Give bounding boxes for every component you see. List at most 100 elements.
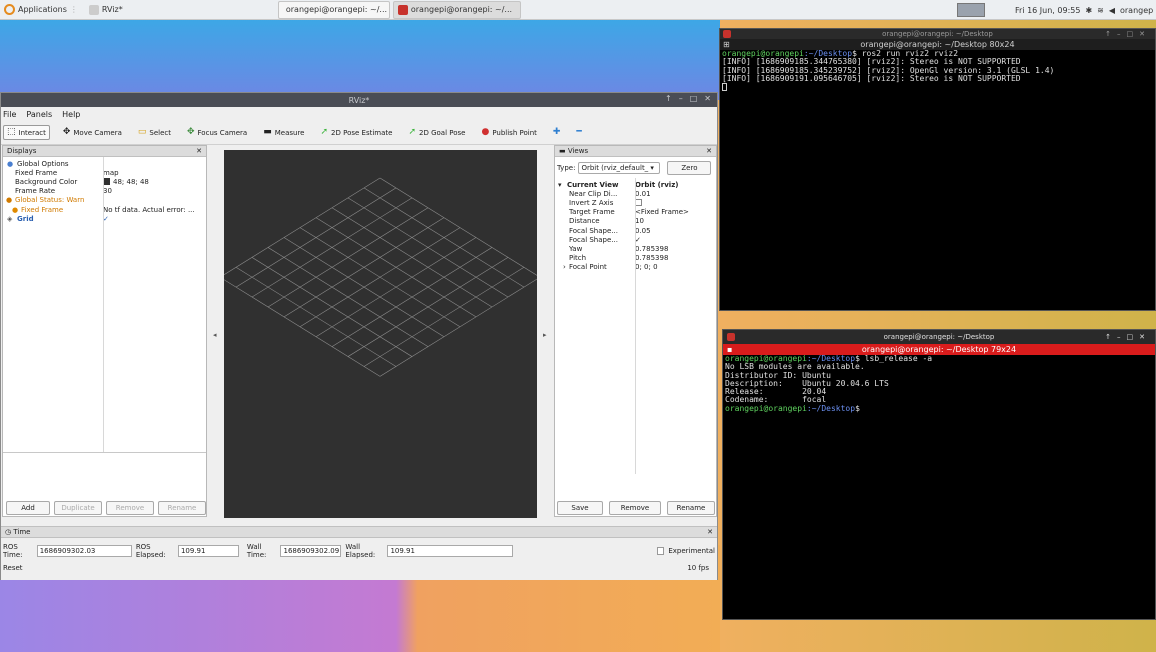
close-icon[interactable]: ✕ <box>704 94 711 103</box>
user-menu[interactable]: orangep <box>1120 6 1153 15</box>
grid-line <box>219 177 381 278</box>
duplicate-display-button[interactable]: Duplicate <box>54 501 102 515</box>
invert-z-checkbox[interactable] <box>635 199 642 207</box>
save-view-button[interactable]: Save <box>557 501 603 515</box>
row-name: Grid <box>17 214 34 223</box>
top-panel: Applications ⋮ RViz* orangepi@orangepi: … <box>0 0 1156 20</box>
experimental-label: Experimental <box>668 547 715 555</box>
tree-row[interactable]: Frame Rate 30 <box>3 187 206 196</box>
terminal-window-1[interactable]: orangepi@orangepi: ~/Desktop ↑–□✕ ⊞ oran… <box>719 28 1156 311</box>
terminal-2-tab-label: orangepi@orangepi: ~/Desktop 79x24 <box>861 345 1017 354</box>
clock[interactable]: Fri 16 Jun, 09:55 <box>1015 6 1080 15</box>
tree-row[interactable]: ● Fixed Frame No tf data. Actual error: ..… <box>3 205 206 214</box>
row-value: 0; 0; 0 <box>635 263 658 272</box>
terminal-window-2[interactable]: orangepi@orangepi: ~/Desktop ↑–□✕ ▪ oran… <box>722 329 1156 620</box>
applications-menu[interactable]: Applications ⋮ <box>0 1 82 19</box>
keep-above-icon[interactable]: ↑ <box>665 94 672 103</box>
applications-icon <box>4 4 15 15</box>
ros-time-field[interactable]: 1686909302.03 <box>36 545 132 557</box>
tool-2d-goal-pose[interactable]: ➚ 2D Goal Pose <box>405 126 468 139</box>
collapse-right-icon[interactable]: ▸ <box>543 331 547 339</box>
move-icon: ✥ <box>62 127 71 137</box>
tool-select[interactable]: ▭ Select <box>135 126 174 139</box>
task-rviz[interactable]: RViz* <box>85 1 193 19</box>
collapse-left-icon[interactable]: ◂ <box>213 331 217 339</box>
row-value: 0.785398 <box>635 254 669 263</box>
warning-icon: ● <box>6 196 13 205</box>
ros-elapsed-field[interactable]: 109.91 <box>177 545 239 557</box>
views-title: Views <box>567 147 589 155</box>
tool-publish-point-label: Publish Point <box>492 128 537 137</box>
ruler-icon: ▬ <box>263 127 272 137</box>
wall-time-field[interactable]: 1686909302.09 <box>280 545 342 557</box>
rename-view-button[interactable]: Rename <box>667 501 715 515</box>
tree-row[interactable]: Background Color 48; 48; 48 <box>3 177 206 186</box>
tool-publish-point[interactable]: ● Publish Point <box>478 126 539 139</box>
close-panel-icon[interactable]: ✕ <box>196 147 202 155</box>
tree-row-global-status[interactable]: ● Global Status: Warn <box>3 196 206 205</box>
terminal-icon <box>723 30 731 38</box>
terminal-1-titlebar[interactable]: orangepi@orangepi: ~/Desktop ↑–□✕ <box>720 29 1155 39</box>
wall-time-label: Wall Time: <box>246 543 267 559</box>
rename-display-button[interactable]: Rename <box>158 501 206 515</box>
type-label: Type: <box>557 164 576 172</box>
reset-button[interactable]: Reset <box>3 564 23 572</box>
window-controls[interactable]: ↑–□✕ <box>1105 30 1151 38</box>
maximize-icon[interactable]: □ <box>690 94 698 103</box>
view-type-select[interactable]: Orbit (rviz_default_ ▾ <box>578 162 661 174</box>
terminal-1-tab-label: orangepi@orangepi: ~/Desktop 80x24 <box>860 40 1015 49</box>
workspace-switcher[interactable] <box>957 2 985 18</box>
bluetooth-icon[interactable]: ✱ <box>1085 6 1092 15</box>
row-name: Focal Shape... <box>569 235 618 244</box>
wifi-icon[interactable]: ≋ <box>1097 6 1104 15</box>
menu-file[interactable]: File <box>3 110 16 119</box>
rviz-titlebar[interactable]: RViz* ↑ – □ ✕ <box>1 93 717 107</box>
experimental-checkbox[interactable] <box>657 547 665 555</box>
tool-move-camera[interactable]: ✥ Move Camera <box>60 126 125 139</box>
tree-row-global-options[interactable]: ● Global Options <box>3 159 206 168</box>
tool-2d-pose-estimate[interactable]: ➚ 2D Pose Estimate <box>317 126 395 139</box>
render-viewport[interactable] <box>219 150 541 518</box>
zero-button[interactable]: Zero <box>667 161 712 175</box>
terminal-1-tab[interactable]: ⊞ orangepi@orangepi: ~/Desktop 80x24 <box>720 39 1155 50</box>
tree-row-grid[interactable]: ◈ Grid ✓ <box>3 214 206 223</box>
terminal-2-titlebar[interactable]: orangepi@orangepi: ~/Desktop ↑–□✕ <box>723 330 1155 344</box>
volume-icon[interactable]: ◀ <box>1109 6 1115 15</box>
row-value: No tf data. Actual error: ... <box>103 205 195 214</box>
close-panel-icon[interactable]: ✕ <box>707 528 713 536</box>
cursor-icon: ⬚ <box>7 127 16 137</box>
menu-help[interactable]: Help <box>62 110 80 119</box>
menu-panels[interactable]: Panels <box>26 110 52 119</box>
rviz-task-icon <box>88 4 99 15</box>
add-display-button[interactable]: Add <box>6 501 50 515</box>
add-tool-button[interactable]: ✚ <box>550 126 564 139</box>
remove-view-button[interactable]: Remove <box>609 501 661 515</box>
tree-row[interactable]: Fixed Frame map <box>3 168 206 177</box>
remove-tool-button[interactable]: ━ <box>573 126 584 139</box>
row-value: 0.05 <box>635 226 651 235</box>
tool-interact[interactable]: ⬚ Interact <box>3 125 50 140</box>
new-tab-icon[interactable]: ⊞ <box>723 40 730 49</box>
fps-label: 10 fps <box>687 564 709 572</box>
minus-icon: ━ <box>576 127 582 137</box>
task-terminal-1[interactable]: orangepi@orangepi: ~/... <box>277 0 390 19</box>
task-terminal-2[interactable]: orangepi@orangepi: ~/... <box>392 0 521 19</box>
row-value: 0.785398 <box>635 244 669 253</box>
grid-line <box>219 276 381 377</box>
row-name: Focal Shape... <box>569 226 618 235</box>
minimize-icon[interactable]: – <box>679 94 683 103</box>
new-tab-icon[interactable]: ▪ <box>727 345 732 354</box>
tool-focus-camera[interactable]: ✥ Focus Camera <box>184 126 250 139</box>
window-controls[interactable]: ↑–□✕ <box>1105 333 1151 341</box>
remove-display-button[interactable]: Remove <box>106 501 154 515</box>
tool-measure[interactable]: ▬ Measure <box>260 126 307 139</box>
map-pin-icon: ● <box>481 127 490 137</box>
terminal-2-tab[interactable]: ▪ orangepi@orangepi: ~/Desktop 79x24 <box>723 344 1155 355</box>
row-name: Fixed Frame <box>15 168 58 177</box>
row-name: Invert Z Axis <box>569 198 614 207</box>
select-icon: ▭ <box>137 127 147 137</box>
wall-elapsed-field[interactable]: 109.91 <box>387 545 514 557</box>
views-panel: ▬ Views ✕ Type: Orbit (rviz_default_ ▾ Ze… <box>554 145 717 517</box>
close-panel-icon[interactable]: ✕ <box>706 147 712 155</box>
tool-2d-pose-estimate-label: 2D Pose Estimate <box>331 128 393 137</box>
